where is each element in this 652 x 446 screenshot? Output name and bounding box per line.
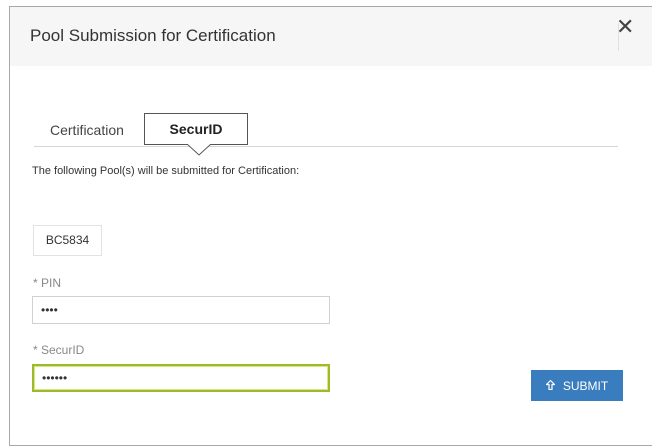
tab-securid[interactable]: SecurID	[144, 113, 248, 145]
upload-arrow-icon	[545, 379, 555, 393]
dialog-header: Pool Submission for Certification	[10, 7, 652, 66]
securid-field[interactable]	[32, 364, 330, 392]
tab-certification[interactable]: Certification	[50, 122, 124, 138]
info-text: The following Pool(s) will be submitted …	[32, 165, 300, 177]
tabs-underline	[34, 146, 618, 147]
dialog-title: Pool Submission for Certification	[30, 26, 276, 45]
submit-button[interactable]: SUBMIT	[531, 370, 623, 401]
securid-label: * SecurID	[33, 343, 85, 357]
pin-field[interactable]	[32, 296, 330, 324]
pool-id-badge: BC5834	[33, 225, 102, 256]
close-icon[interactable]: ✕	[616, 13, 642, 41]
pin-label: * PIN	[33, 276, 62, 290]
submit-label: SUBMIT	[562, 378, 609, 393]
